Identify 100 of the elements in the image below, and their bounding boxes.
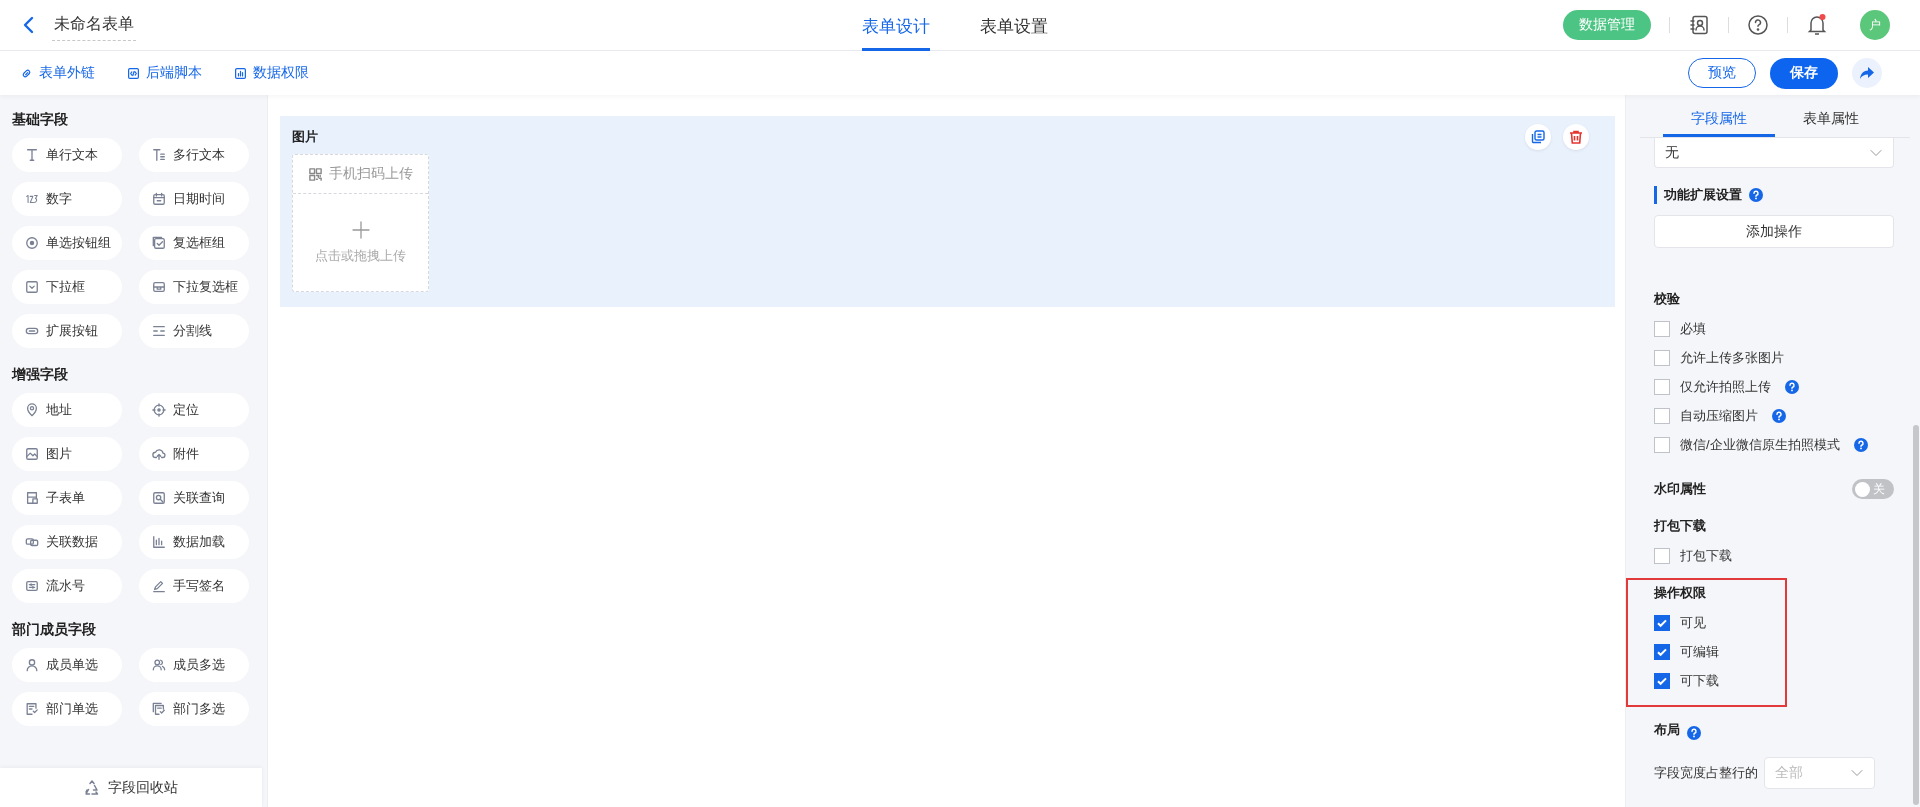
checkbox[interactable] (1654, 320, 1670, 337)
section-title: 校验 (1654, 290, 1681, 308)
field-type-item[interactable]: 成员单选 (12, 648, 122, 682)
checkbox-label: 必填 (1680, 319, 1706, 338)
section-title: 布局 (1654, 721, 1680, 739)
checkbox[interactable] (1654, 436, 1670, 453)
checkbox-icon (152, 236, 166, 250)
toolbar-link[interactable]: 表单外链 (20, 64, 95, 82)
chart-icon (234, 66, 247, 80)
field-type-item[interactable]: 日期时间 (139, 182, 249, 216)
checkbox-label: 允许上传多张图片 (1680, 348, 1784, 367)
select-field[interactable]: 无 (1654, 138, 1894, 168)
field-label: 字段宽度占整行的 (1654, 764, 1758, 782)
help-icon[interactable] (1853, 437, 1868, 452)
section-title: 水印属性 (1654, 480, 1706, 498)
section-title: 功能扩展设置 (1654, 186, 1742, 204)
field-type-item[interactable]: 子表单 (12, 481, 122, 515)
help-icon[interactable] (1785, 379, 1799, 394)
preview-button[interactable]: 预览 (1688, 58, 1756, 88)
plus-icon (351, 220, 370, 239)
toolbar-link[interactable]: 后端脚本 (127, 64, 202, 82)
checkbox[interactable] (1654, 349, 1670, 366)
share-button[interactable] (1852, 58, 1882, 88)
code-icon (127, 66, 140, 80)
cloud-upload-icon (152, 447, 166, 461)
users-icon (152, 658, 166, 672)
checkbox[interactable] (1654, 378, 1670, 395)
checkbox[interactable] (1654, 614, 1670, 631)
recycle-bin-button[interactable]: 字段回收站 (0, 768, 262, 807)
section-title: 操作权限 (1654, 584, 1707, 602)
checkbox[interactable] (1654, 672, 1670, 689)
panel-tab[interactable]: 表单属性 (1775, 95, 1887, 137)
help-icon[interactable] (1772, 408, 1786, 423)
toolbar-link[interactable]: 数据权限 (234, 64, 309, 82)
group-heading: 部门成员字段 (12, 621, 97, 639)
help-icon[interactable] (1687, 726, 1701, 740)
field-type-item[interactable]: 手写签名 (139, 569, 249, 603)
trash-icon (1569, 130, 1583, 144)
group-heading: 基础字段 (12, 111, 69, 129)
field-type-item[interactable]: 分割线 (139, 314, 249, 348)
header-tab[interactable]: 表单设置 (980, 0, 1048, 51)
field-type-item[interactable]: 复选框组 (139, 226, 249, 260)
save-button[interactable]: 保存 (1770, 57, 1838, 89)
field-type-item[interactable]: 数字 (12, 182, 122, 216)
pen-icon (152, 579, 166, 593)
user-icon (25, 658, 39, 672)
field-type-item[interactable]: 关联查询 (139, 481, 249, 515)
departments-icon (152, 702, 166, 716)
share-arrow-icon (1859, 66, 1875, 80)
section-title: 打包下载 (1654, 517, 1707, 535)
field-type-item[interactable]: 关联数据 (12, 525, 122, 559)
qr-code-icon (308, 166, 323, 182)
field-type-item[interactable]: 部门多选 (139, 692, 249, 726)
field-type-item[interactable]: 多行文本 (139, 138, 249, 172)
add-action-button[interactable]: 添加操作 (1654, 215, 1894, 248)
checkbox-label: 打包下载 (1680, 546, 1732, 565)
notification-bell-icon[interactable] (1806, 13, 1828, 37)
digits-icon (25, 192, 39, 206)
field-type-item[interactable]: 成员多选 (139, 648, 249, 682)
checkbox-label: 仅允许拍照上传 (1680, 377, 1771, 396)
delete-button[interactable] (1563, 124, 1589, 150)
field-type-item[interactable]: 下拉复选框 (139, 270, 249, 304)
field-type-item[interactable]: 部门单选 (12, 692, 122, 726)
field-type-item[interactable]: 定位 (139, 393, 249, 427)
field-type-item[interactable]: 扩展按钮 (12, 314, 122, 348)
checkbox-label: 可下载 (1680, 671, 1719, 690)
checkbox-label: 微信/企业微信原生拍照模式 (1680, 435, 1840, 454)
field-label: 图片 (292, 128, 318, 146)
form-title[interactable]: 未命名表单 (52, 9, 136, 41)
image-field-card[interactable]: 图片 手机扫码上传 点击或拖拽上传 (280, 116, 1615, 307)
location-pin-icon (25, 403, 39, 417)
dropdown-icon (25, 280, 39, 294)
field-type-item[interactable]: 地址 (12, 393, 122, 427)
search-document-icon (152, 491, 166, 505)
help-icon[interactable] (1749, 188, 1763, 202)
checkbox[interactable] (1654, 547, 1670, 564)
crosshair-icon (152, 403, 166, 417)
field-type-item[interactable]: 单选按钮组 (12, 226, 122, 260)
checkbox[interactable] (1654, 407, 1670, 424)
divider-icon (152, 324, 166, 338)
field-type-item[interactable]: 数据加载 (139, 525, 249, 559)
copy-icon (1531, 130, 1545, 144)
scrollbar[interactable] (1913, 425, 1919, 805)
calendar-icon (152, 192, 166, 206)
field-type-item[interactable]: 下拉框 (12, 270, 122, 304)
field-type-item[interactable]: 图片 (12, 437, 122, 471)
checkbox[interactable] (1654, 643, 1670, 660)
field-type-item[interactable]: 单行文本 (12, 138, 122, 172)
bar-chart-icon (152, 535, 166, 549)
help-icon (1747, 14, 1769, 36)
field-type-item[interactable]: 流水号 (12, 569, 122, 603)
copy-button[interactable] (1525, 124, 1551, 150)
header-tab[interactable]: 表单设计 (862, 0, 930, 51)
text-cursor-icon (25, 148, 39, 162)
field-type-item[interactable]: 附件 (139, 437, 249, 471)
radio-icon (25, 236, 39, 250)
upload-hint: 点击或拖拽上传 (315, 246, 406, 265)
text-lines-icon (152, 148, 166, 162)
recycle-icon (84, 779, 100, 796)
contacts-icon (1688, 14, 1710, 36)
